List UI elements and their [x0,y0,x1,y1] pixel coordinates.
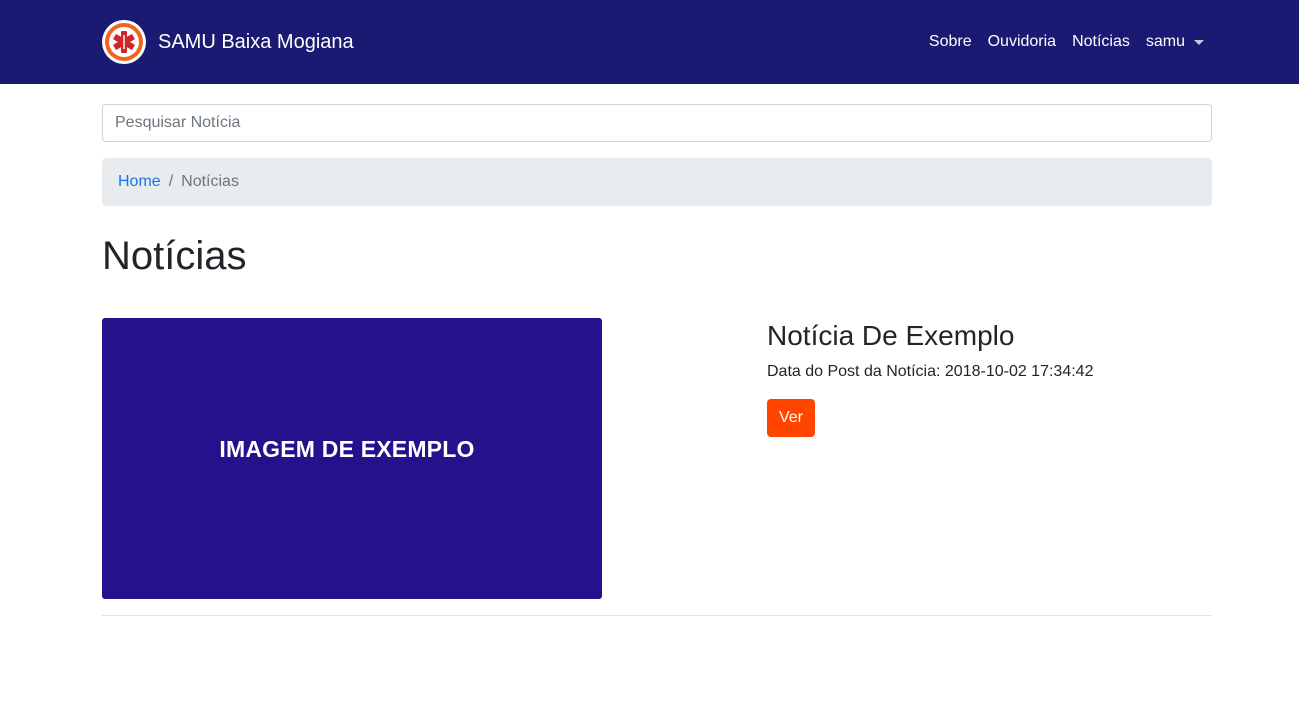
brand-name: SAMU Baixa Mogiana [158,31,354,53]
main-nav: Sobre Ouvidoria Notícias samu [929,30,1204,54]
news-image: IMAGEM DE EXEMPLO [102,318,602,599]
user-menu-label: samu [1145,33,1185,50]
breadcrumb-home-link[interactable]: Home [118,173,161,191]
news-date: Data do Post da Notícia: 2018-10-02 17:3… [767,361,1093,383]
ver-button[interactable]: Ver [767,399,815,437]
caret-down-icon [1194,39,1204,45]
news-date-value: 2018-10-02 17:34:42 [944,363,1094,380]
nav-link-sobre[interactable]: Sobre [929,30,972,54]
top-navbar: SAMU Baixa Mogiana Sobre Ouvidoria Notíc… [0,0,1299,84]
page-title: Notícias [102,234,247,278]
news-title: Notícia De Exemplo [767,320,1015,351]
samu-logo-icon [102,20,146,64]
user-menu-dropdown[interactable]: samu [1146,30,1204,54]
brand-link[interactable]: SAMU Baixa Mogiana [102,20,354,64]
search-input[interactable] [102,104,1212,142]
breadcrumb: Home / Notícias [102,158,1212,206]
news-image-caption: IMAGEM DE EXEMPLO [219,436,475,462]
breadcrumb-current: Notícias [181,173,239,190]
divider [102,615,1212,616]
nav-link-noticias[interactable]: Notícias [1072,30,1130,54]
news-date-label: Data do Post da Notícia: [767,363,941,380]
breadcrumb-separator: / [168,173,174,190]
nav-link-ouvidoria[interactable]: Ouvidoria [988,30,1056,54]
